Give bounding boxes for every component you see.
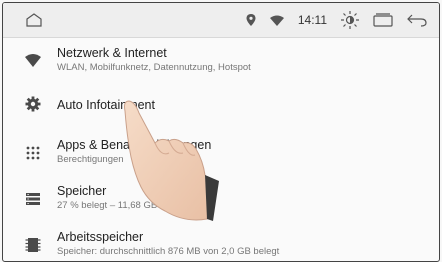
wifi-icon (269, 15, 284, 26)
apps-grid-icon (26, 146, 40, 160)
wifi-icon (25, 54, 41, 67)
brightness-icon[interactable] (341, 11, 359, 29)
settings-item-title: Arbeitsspeicher (57, 230, 144, 244)
storage-icon (26, 193, 40, 205)
settings-item-subtitle: WLAN, Mobilfunknetz, Datennutzung, Hotsp… (57, 62, 251, 73)
location-icon (246, 14, 256, 26)
back-icon[interactable] (407, 13, 427, 27)
status-bar: 14:11 (3, 3, 439, 38)
recent-apps-icon[interactable] (373, 13, 393, 27)
home-outline-icon[interactable] (25, 13, 43, 27)
gear-icon (25, 96, 41, 112)
settings-item-title: Netzwerk & Internet (57, 46, 167, 60)
status-time: 14:11 (297, 13, 327, 27)
memory-icon (25, 238, 41, 252)
settings-item-network[interactable]: Netzwerk & Internet WLAN, Mobilfunknetz,… (3, 39, 439, 83)
pointing-hand-icon (124, 100, 219, 221)
device-screen: 14:11 Netzwerk & Internet WLAN, Mobilfun… (2, 2, 440, 262)
settings-item-subtitle: Speicher: durchschnittlich 876 MB von 2,… (57, 246, 280, 257)
